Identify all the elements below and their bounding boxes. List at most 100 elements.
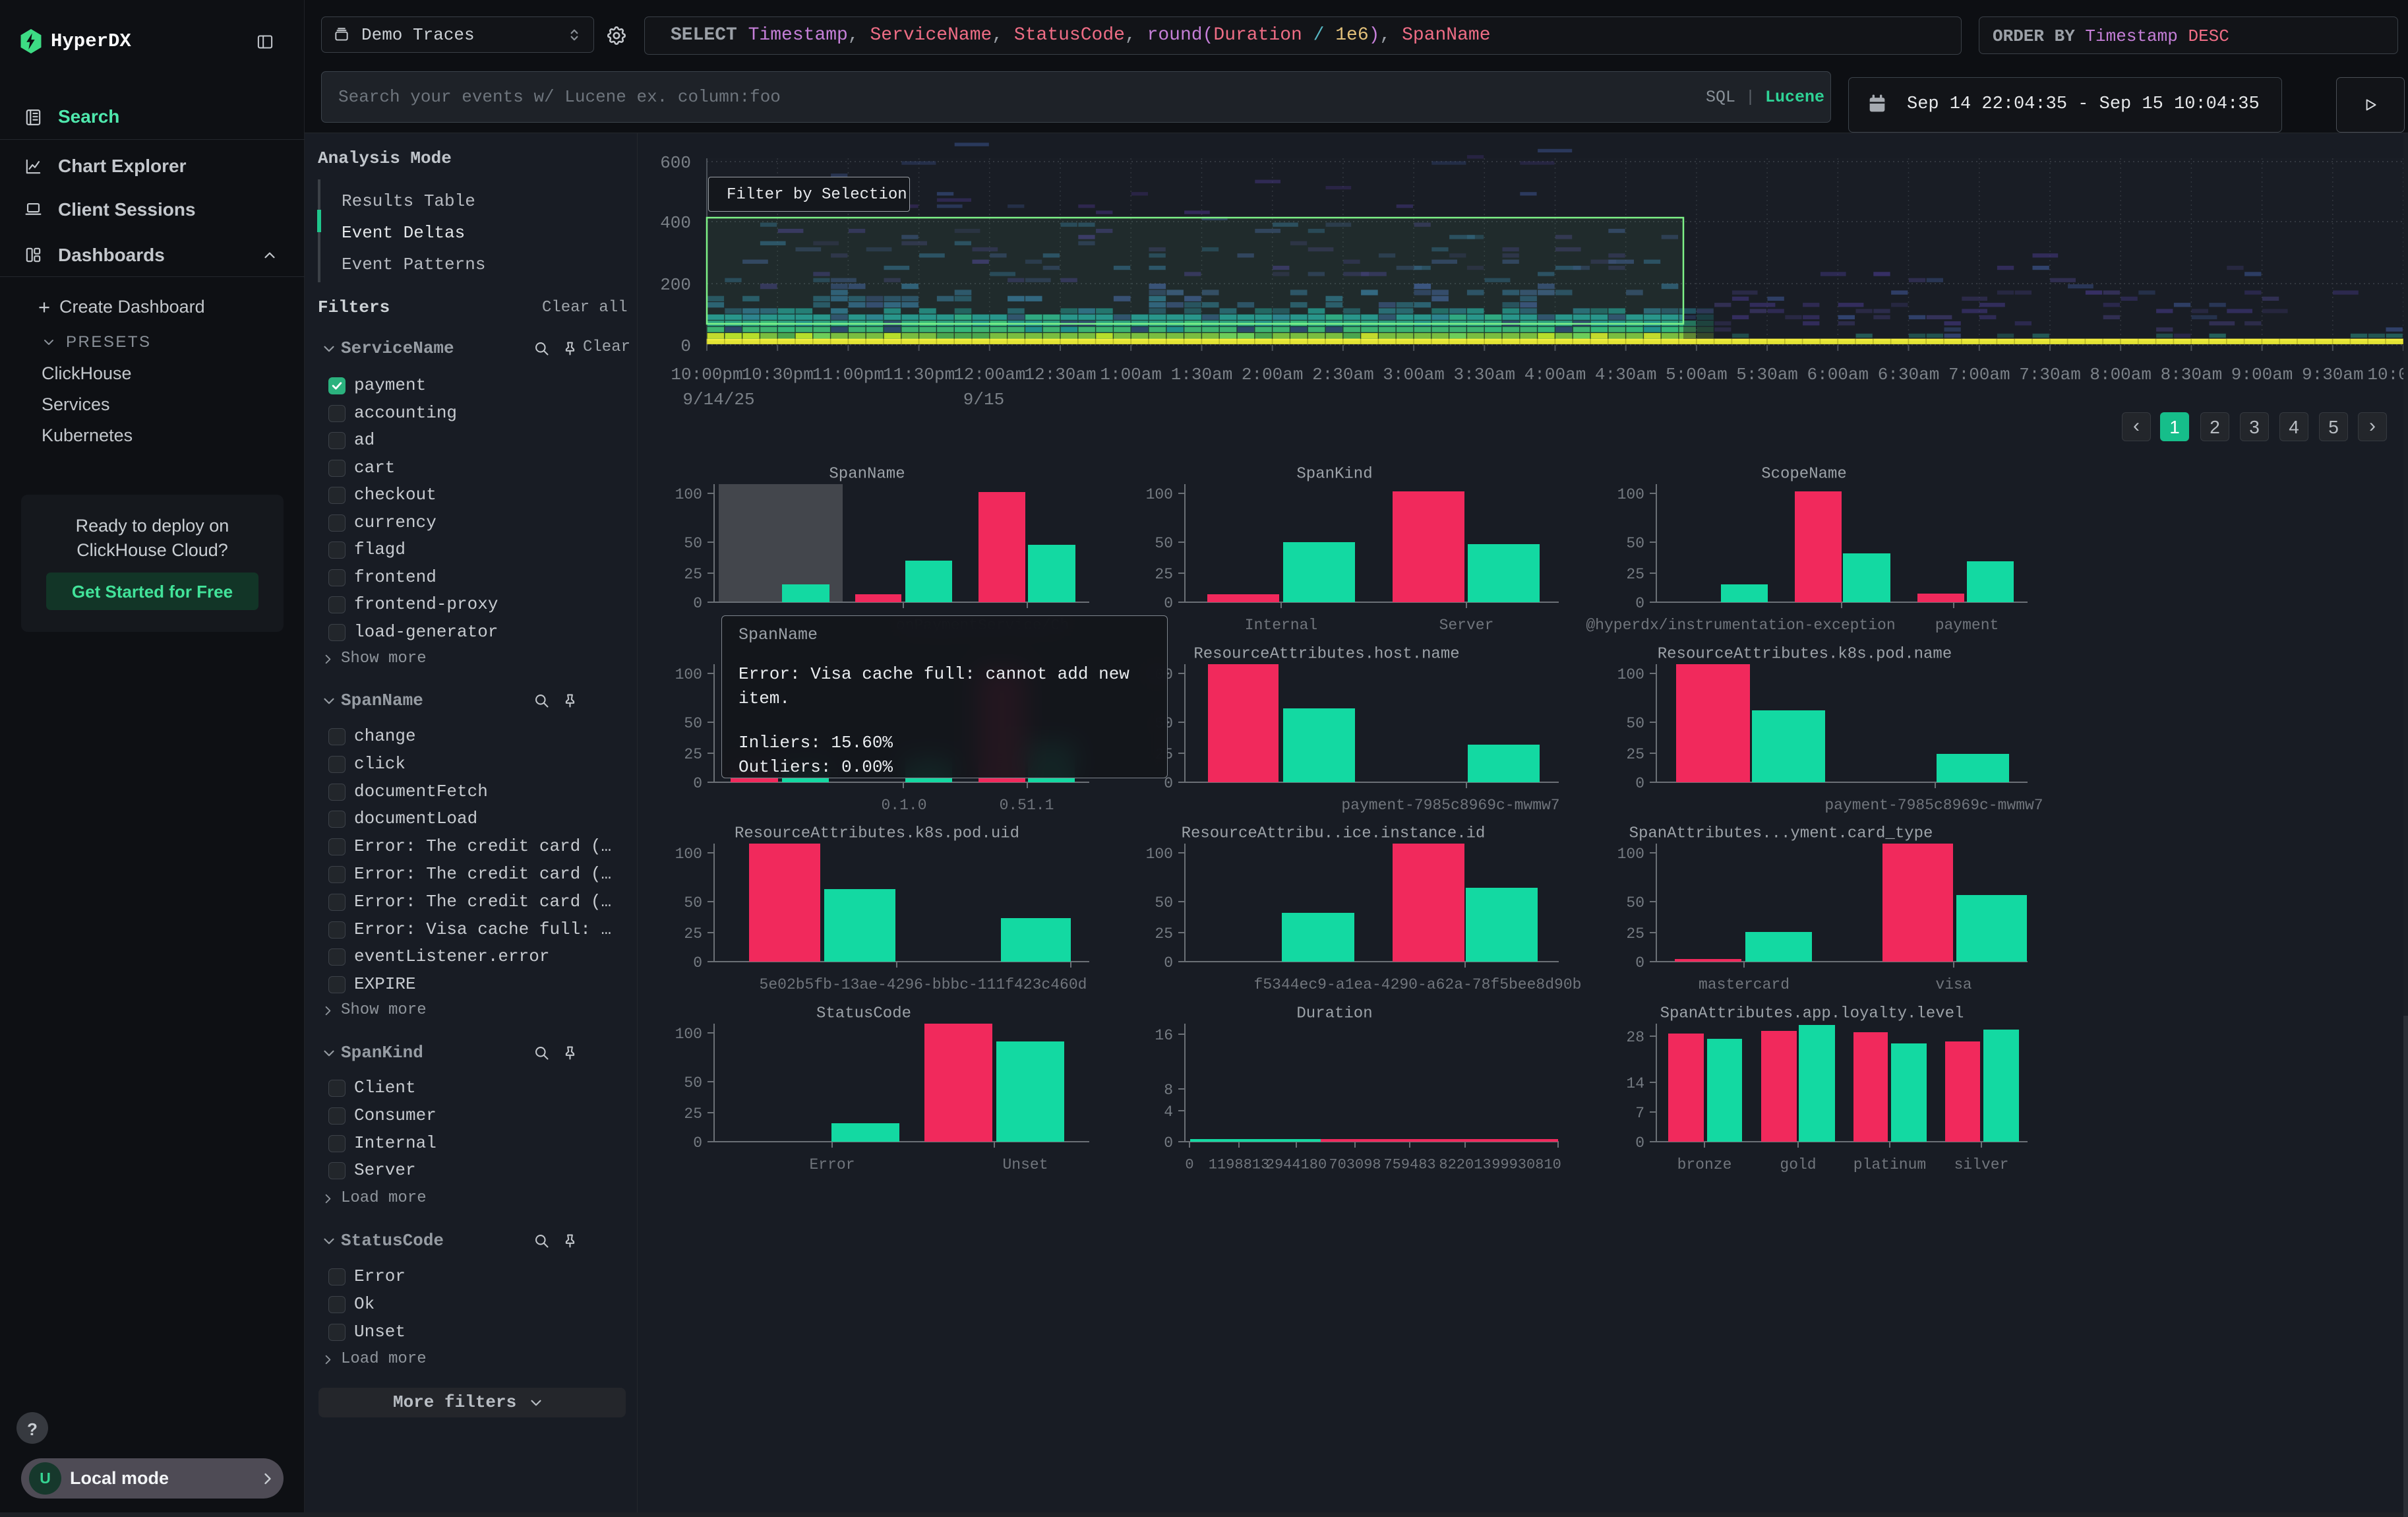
svg-text:0: 0 (1635, 954, 1644, 972)
svg-text:100: 100 (1146, 486, 1173, 503)
svg-text:1:30am: 1:30am (1171, 365, 1233, 385)
svg-text:platinum: platinum (1853, 1156, 1926, 1173)
svg-text:25: 25 (1155, 925, 1173, 943)
svg-text:Unset: Unset (1002, 1156, 1048, 1173)
svg-text:7:00am: 7:00am (1948, 365, 2010, 385)
svg-text:0: 0 (1164, 1134, 1173, 1152)
svg-text:mastercard: mastercard (1699, 976, 1790, 993)
svg-text:703098: 703098 (1329, 1157, 1381, 1173)
svg-text:Server: Server (1439, 617, 1494, 634)
svg-text:12:00am: 12:00am (953, 365, 1025, 385)
svg-text:6:30am: 6:30am (1878, 365, 1940, 385)
svg-text:3:00am: 3:00am (1383, 365, 1445, 385)
svg-text:payment-7985c8969c-mwmw7: payment-7985c8969c-mwmw7 (1824, 797, 2043, 814)
svg-text:50: 50 (684, 1074, 702, 1092)
svg-text:0.1.0: 0.1.0 (881, 797, 926, 814)
svg-text:5:30am: 5:30am (1736, 365, 1798, 385)
svg-text:10:00am: 10:00am (2367, 365, 2408, 385)
svg-text:25: 25 (1626, 566, 1644, 583)
svg-text:6:00am: 6:00am (1807, 365, 1869, 385)
svg-text:payment: payment (1935, 617, 1999, 634)
svg-text:0: 0 (680, 336, 691, 356)
svg-text:0.51.1: 0.51.1 (1000, 797, 1054, 814)
svg-text:100: 100 (675, 486, 702, 503)
svg-text:0: 0 (1635, 1134, 1644, 1152)
svg-text:0: 0 (1185, 1157, 1193, 1173)
svg-text:50: 50 (1155, 894, 1173, 912)
svg-text:100: 100 (1617, 666, 1644, 683)
svg-text:400: 400 (660, 213, 691, 233)
svg-text:25: 25 (684, 566, 702, 583)
svg-text:0: 0 (1635, 775, 1644, 792)
svg-text:9/15: 9/15 (963, 390, 1004, 410)
svg-text:2:30am: 2:30am (1312, 365, 1374, 385)
svg-text:9:30am: 9:30am (2302, 365, 2364, 385)
svg-text:600: 600 (660, 153, 691, 173)
svg-text:50: 50 (1626, 715, 1644, 732)
svg-text:759483: 759483 (1383, 1157, 1435, 1173)
svg-text:822013: 822013 (1439, 1157, 1491, 1173)
svg-text:5:00am: 5:00am (1666, 365, 1728, 385)
svg-text:100: 100 (675, 1026, 702, 1043)
svg-text:1198813: 1198813 (1209, 1157, 1269, 1173)
svg-text:0: 0 (693, 1134, 702, 1152)
svg-text:@hyperdx/instrumentation-excep: @hyperdx/instrumentation-exception (1586, 617, 1895, 634)
svg-text:25: 25 (1155, 566, 1173, 583)
svg-text:Error: Error (809, 1156, 855, 1173)
svg-text:50: 50 (684, 715, 702, 732)
svg-text:11:30pm: 11:30pm (883, 365, 955, 385)
svg-text:Internal: Internal (1245, 617, 1317, 634)
svg-text:8:30am: 8:30am (2161, 365, 2223, 385)
svg-text:10:30pm: 10:30pm (742, 365, 814, 385)
svg-text:200: 200 (660, 275, 691, 295)
svg-text:100: 100 (675, 846, 702, 863)
svg-text:50: 50 (1155, 535, 1173, 552)
svg-text:SpanKind: SpanKind (1296, 465, 1372, 483)
svg-text:Duration: Duration (1296, 1005, 1372, 1022)
svg-text:28: 28 (1626, 1029, 1644, 1046)
svg-text:9/14/25: 9/14/25 (682, 390, 754, 410)
svg-text:silver: silver (1954, 1156, 2009, 1173)
svg-text:2944180: 2944180 (1266, 1157, 1327, 1173)
svg-text:ResourceAttributes.k8s.pod.nam: ResourceAttributes.k8s.pod.name (1658, 645, 1952, 663)
svg-text:3:30am: 3:30am (1453, 365, 1515, 385)
svg-text:99930810: 99930810 (1491, 1157, 1561, 1173)
svg-text:4: 4 (1164, 1103, 1173, 1121)
svg-text:50: 50 (1626, 535, 1644, 552)
svg-text:SpanAttributes.app.loyalty.lev: SpanAttributes.app.loyalty.level (1660, 1005, 1964, 1022)
svg-text:100: 100 (1617, 486, 1644, 503)
svg-text:0: 0 (1635, 595, 1644, 612)
svg-text:0: 0 (1164, 954, 1173, 972)
svg-text:payment-7985c8969c-mwmw7: payment-7985c8969c-mwmw7 (1341, 797, 1559, 814)
svg-text:16: 16 (1155, 1027, 1173, 1044)
svg-text:bronze: bronze (1677, 1156, 1732, 1173)
svg-text:ScopeName: ScopeName (1761, 465, 1847, 483)
svg-text:14: 14 (1626, 1075, 1644, 1092)
svg-text:100: 100 (675, 666, 702, 683)
svg-text:9:00am: 9:00am (2231, 365, 2293, 385)
svg-text:8: 8 (1164, 1082, 1173, 1099)
svg-text:25: 25 (1626, 746, 1644, 763)
svg-text:4:30am: 4:30am (1595, 365, 1657, 385)
svg-text:25: 25 (1626, 925, 1644, 943)
svg-text:SpanAttributes...yment.card_ty: SpanAttributes...yment.card_type (1629, 824, 1933, 842)
svg-text:2:00am: 2:00am (1242, 365, 1304, 385)
svg-text:25: 25 (684, 1105, 702, 1123)
svg-text:SpanName: SpanName (829, 465, 905, 483)
svg-text:11:00pm: 11:00pm (812, 365, 884, 385)
svg-text:7: 7 (1635, 1105, 1644, 1122)
svg-text:12:30am: 12:30am (1024, 365, 1096, 385)
svg-text:7:30am: 7:30am (2019, 365, 2081, 385)
svg-text:ResourceAttributes.k8s.pod.uid: ResourceAttributes.k8s.pod.uid (735, 824, 1019, 842)
svg-text:visa: visa (1935, 976, 1972, 993)
svg-text:50: 50 (1626, 894, 1644, 912)
svg-text:ResourceAttribu..ice.instance.: ResourceAttribu..ice.instance.id (1182, 824, 1486, 842)
svg-text:0: 0 (693, 775, 702, 792)
svg-text:25: 25 (684, 746, 702, 763)
svg-text:100: 100 (1146, 846, 1173, 863)
svg-text:0: 0 (1164, 595, 1173, 612)
svg-text:5e02b5fb-13ae-4296-bbbc-111f42: 5e02b5fb-13ae-4296-bbbc-111f423c460d (760, 976, 1087, 993)
svg-text:10:00pm: 10:00pm (671, 365, 742, 385)
svg-text:4:00am: 4:00am (1524, 365, 1586, 385)
svg-text:0: 0 (693, 954, 702, 972)
